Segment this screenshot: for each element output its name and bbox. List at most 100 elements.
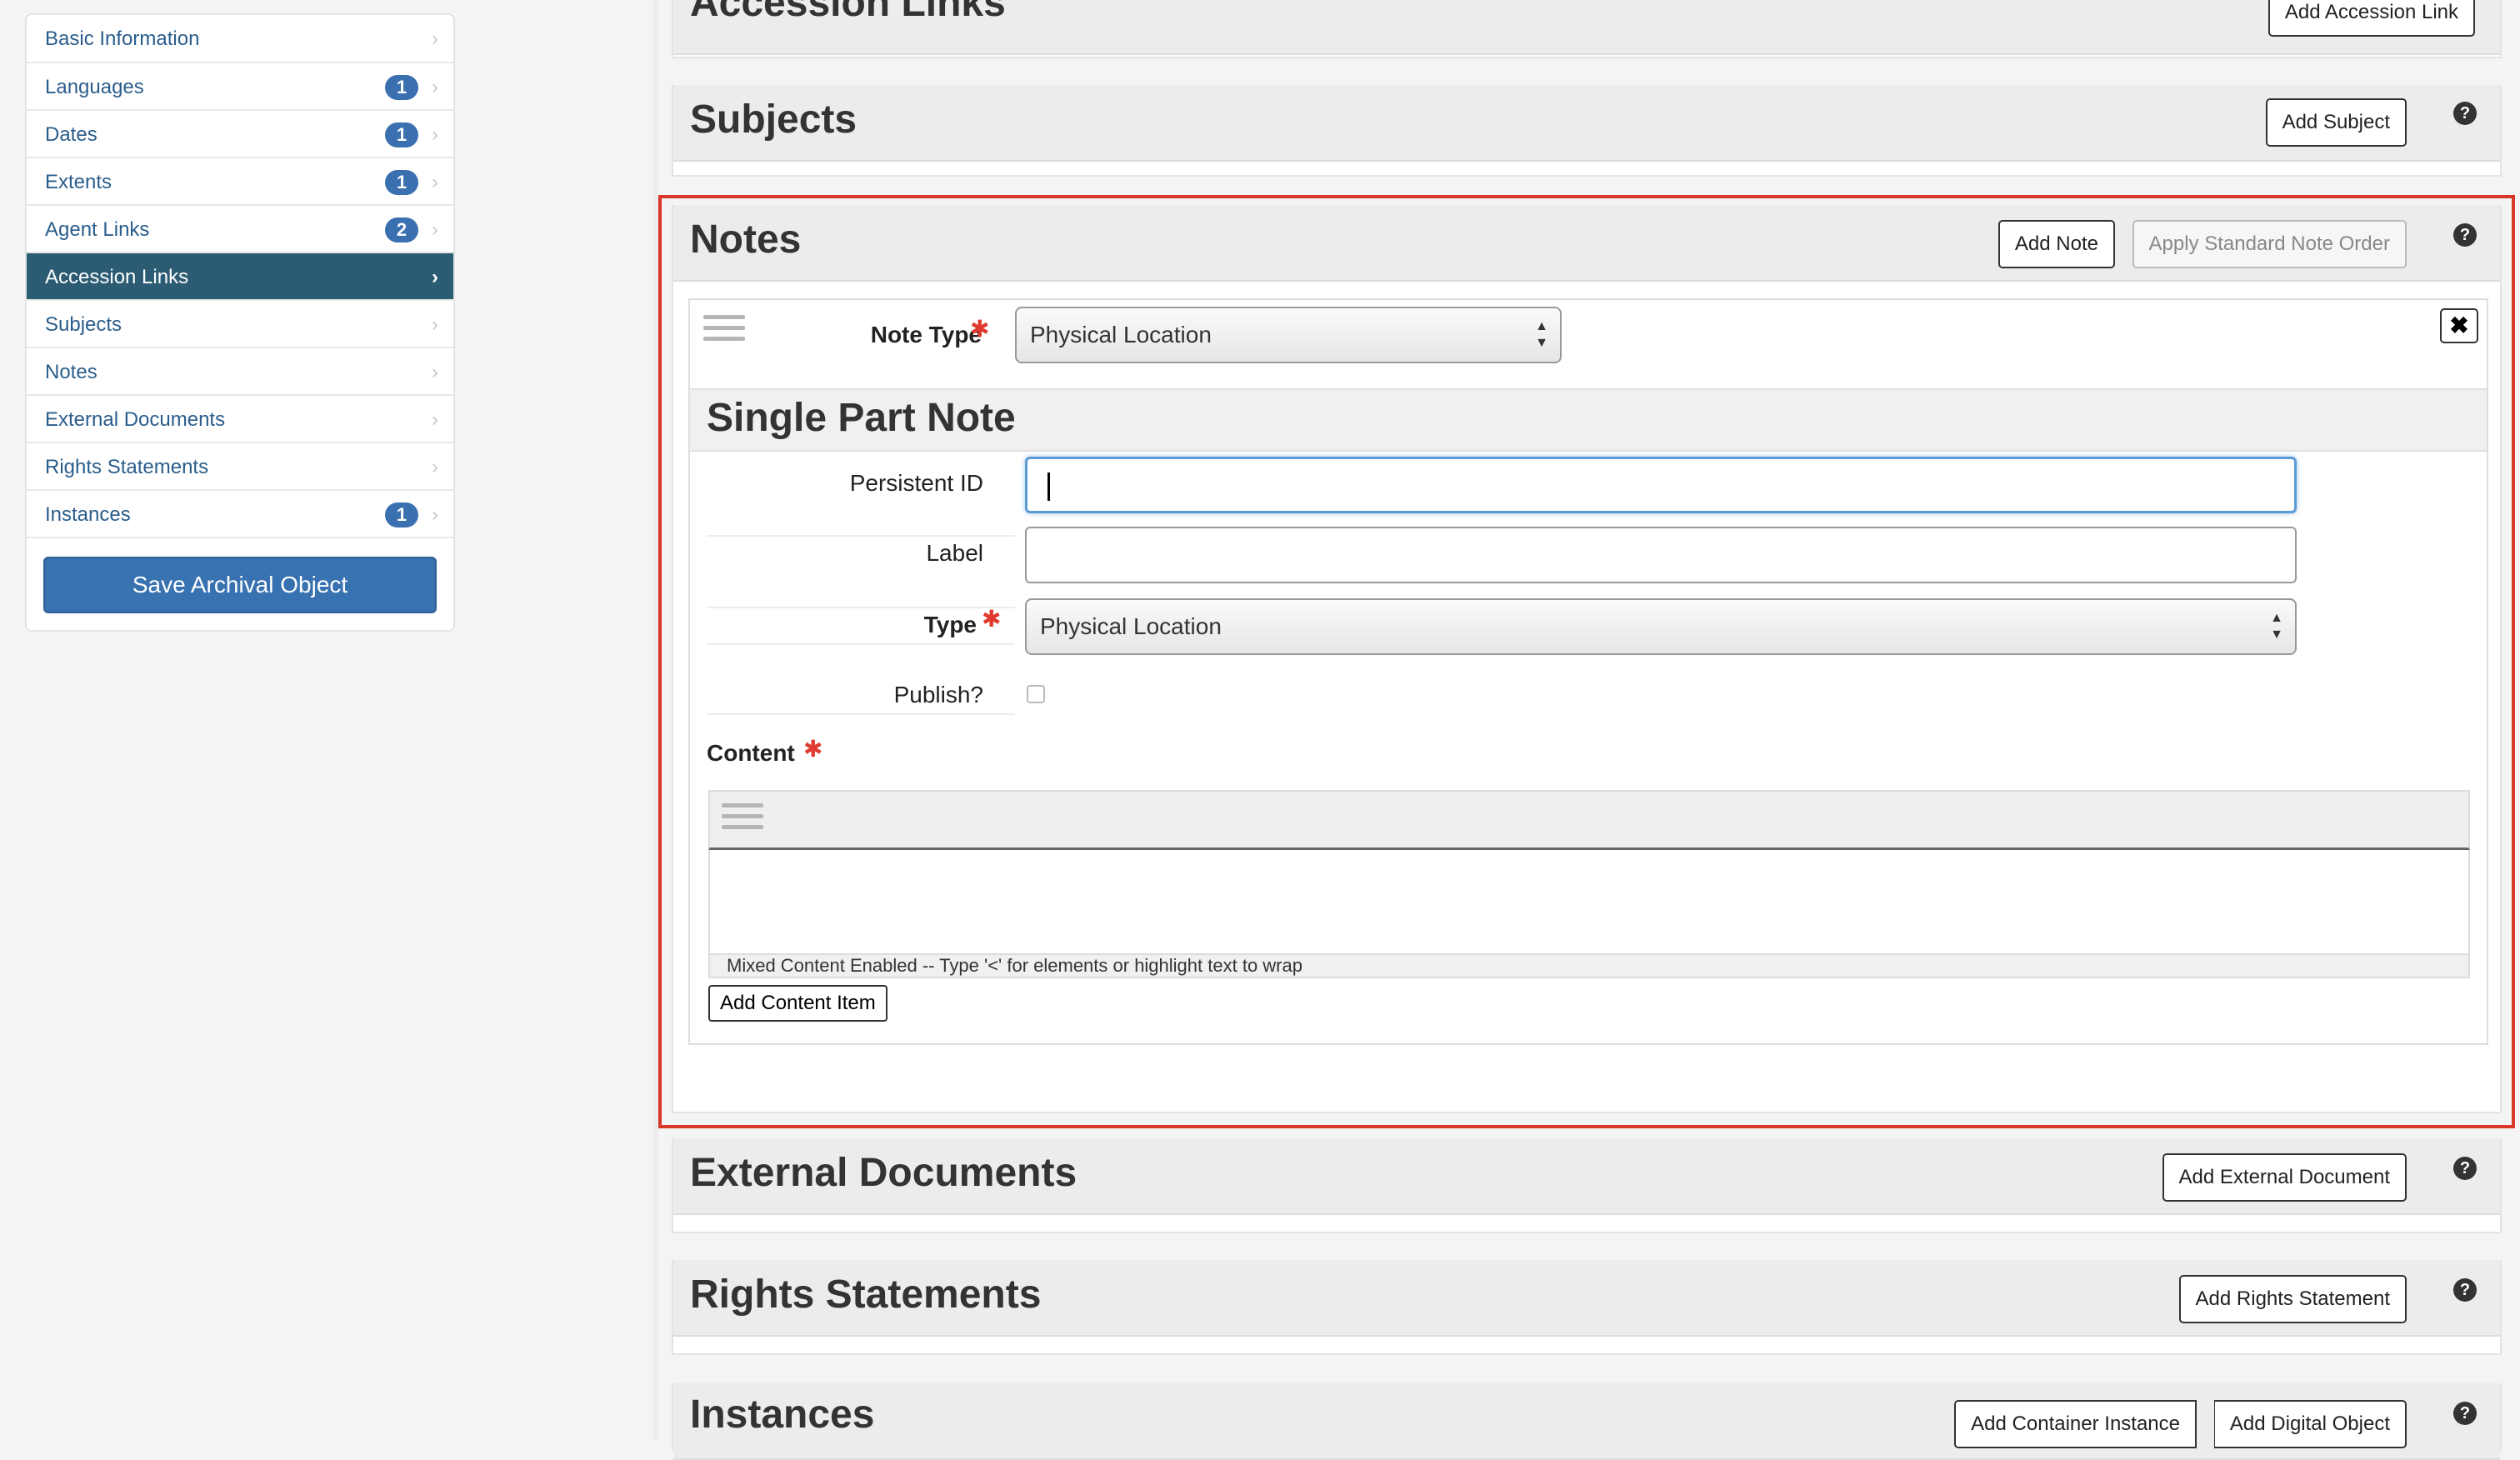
persistent-id-input[interactable] [1025,457,2297,513]
select-arrows-icon: ▲ ▼ [1535,319,1548,350]
question-circle-icon[interactable]: ? [2453,102,2477,125]
sidebar-nav: Basic Information › Languages 1 › Dates … [25,13,455,632]
accession-links-section: Accession Links Add Accession Link [672,0,2502,58]
sidebar-item-external-documents[interactable]: External Documents › [27,396,453,443]
section-header: Rights Statements Add Rights Statement ? [673,1260,2500,1337]
add-container-instance-button[interactable]: Add Container Instance [1954,1400,2197,1448]
count-badge: 1 [385,75,418,100]
drag-handle-icon[interactable] [722,803,763,836]
sidebar-item-accession-links[interactable]: Accession Links › [27,253,453,301]
count-badge: 1 [385,170,418,195]
sidebar-item-subjects[interactable]: Subjects › [27,301,453,348]
apply-standard-note-order-button[interactable]: Apply Standard Note Order [2132,220,2407,268]
note-card: Note Type ✱ Physical Location ▲ ▼ ✖ Singl… [688,298,2488,1045]
chevron-right-icon: › [432,503,438,526]
question-circle-icon[interactable]: ? [2453,1402,2477,1425]
note-type-value: Physical Location [1030,322,1212,348]
label-input[interactable] [1025,527,2297,583]
count-badge: 1 [385,502,418,528]
editor-toolbar [708,790,2470,850]
section-title: Notes [690,218,802,262]
add-rights-statement-button[interactable]: Add Rights Statement [2178,1275,2407,1323]
asterisk-icon: ✱ [970,316,990,342]
section-header: Subjects Add Subject ? [673,85,2500,162]
content-editor[interactable] [708,850,2470,953]
row-divider [707,713,1015,715]
question-circle-icon[interactable]: ? [2453,1157,2477,1180]
single-part-note-header: Single Part Note [690,388,2487,452]
sidebar-item-extents[interactable]: Extents 1 › [27,158,453,206]
sidebar-item-label: External Documents [45,408,226,431]
add-content-item-button[interactable]: Add Content Item [708,985,888,1022]
label-field-label: Label [926,540,983,566]
chevron-right-icon: › [432,408,438,431]
sidebar-item-label: Extents [45,171,112,193]
note-type-label: Note Type [870,322,982,348]
type-label: Type [923,612,977,638]
persistent-id-label: Persistent ID [849,470,983,496]
publish-checkbox[interactable] [1027,685,1045,703]
section-header: Instances Add Container Instance Add Dig… [673,1383,2500,1460]
select-arrows-icon: ▲ ▼ [2270,611,2283,642]
sidebar-item-notes[interactable]: Notes › [27,348,453,396]
close-icon[interactable]: ✖ [2440,308,2478,343]
count-badge: 2 [385,218,418,242]
section-title: Accession Links [690,0,1006,25]
subheading: Single Part Note [707,396,1016,440]
publish-label: Publish? [893,682,983,708]
content-label: Content [707,740,795,766]
drag-handle-icon[interactable] [703,315,745,348]
editor-hint: Mixed Content Enabled -- Type '<' for el… [708,953,2470,978]
question-circle-icon[interactable]: ? [2453,1278,2477,1302]
count-badge: 1 [385,122,418,148]
add-accession-link-button[interactable]: Add Accession Link [2268,0,2475,37]
sidebar-list: Basic Information › Languages 1 › Dates … [27,15,453,538]
asterisk-icon: ✱ [982,606,1002,632]
section-header: Accession Links Add Accession Link [673,0,2500,55]
sidebar-item-agent-links[interactable]: Agent Links 2 › [27,206,453,253]
add-note-button[interactable]: Add Note [1998,220,2115,268]
add-subject-button[interactable]: Add Subject [2265,98,2407,147]
sidebar-item-label: Instances [45,503,131,526]
sidebar-item-label: Subjects [45,313,122,336]
sidebar-item-label: Basic Information [45,28,200,50]
sidebar-item-languages[interactable]: Languages 1 › [27,63,453,111]
rights-statements-section: Rights Statements Add Rights Statement ? [672,1260,2502,1355]
chevron-right-icon: › [432,313,438,336]
sidebar-item-label: Agent Links [45,218,150,241]
external-documents-section: External Documents Add External Document… [672,1138,2502,1233]
sidebar-item-instances[interactable]: Instances 1 › [27,491,453,538]
type-value: Physical Location [1040,613,1222,639]
chevron-right-icon: › [432,361,438,383]
sidebar-item-label: Notes [45,361,98,383]
section-header: Notes Add Note Apply Standard Note Order… [673,205,2500,282]
sidebar-item-rights-statements[interactable]: Rights Statements › [27,443,453,491]
sidebar-item-basic-information[interactable]: Basic Information › [27,15,453,63]
type-select[interactable]: Physical Location ▲ ▼ [1025,598,2297,655]
chevron-right-icon: › [432,171,438,193]
chevron-right-icon: › [432,76,438,98]
text-caret [1048,472,1050,501]
main-divider [653,0,658,1440]
question-circle-icon[interactable]: ? [2453,223,2477,247]
sidebar-item-label: Languages [45,76,144,98]
chevron-right-icon: › [432,28,438,50]
save-archival-object-button[interactable]: Save Archival Object [43,557,437,613]
section-title: Instances [690,1392,875,1437]
chevron-right-icon: › [432,266,438,288]
add-external-document-button[interactable]: Add External Document [2162,1153,2407,1202]
row-divider [707,643,1015,645]
note-type-select[interactable]: Physical Location ▲ ▼ [1015,307,1562,363]
subjects-section: Subjects Add Subject ? [672,85,2502,177]
sidebar-item-label: Rights Statements [45,456,209,478]
add-digital-object-button[interactable]: Add Digital Object [2213,1400,2407,1448]
sidebar-item-label: Dates [45,123,98,146]
sidebar-item-dates[interactable]: Dates 1 › [27,111,453,158]
asterisk-icon: ✱ [803,736,823,762]
section-title: External Documents [690,1151,1078,1195]
section-title: Subjects [690,98,858,142]
row-divider [707,535,1015,537]
sidebar-item-label: Accession Links [45,266,189,288]
chevron-right-icon: › [432,218,438,241]
section-title: Rights Statements [690,1272,1042,1317]
